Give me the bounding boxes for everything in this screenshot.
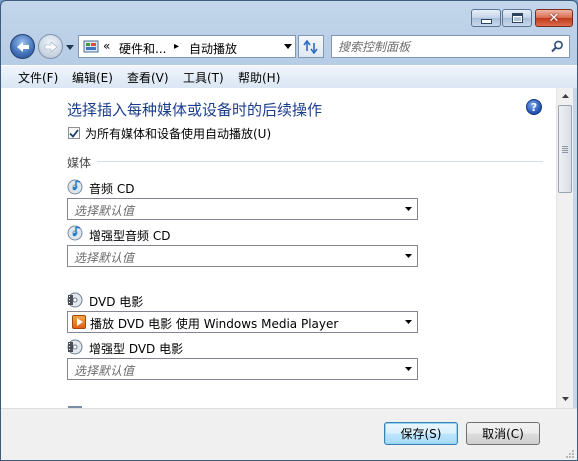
vertical-scrollbar[interactable] [556,88,573,408]
address-bar[interactable]: « 硬件和... ▸ 自动播放 [78,35,296,58]
autoplay-settings-panel[interactable]: 选择插入每种媒体或设备时的后续操作 ? 为所有媒体和设备使用自动播放(U) 媒体… [1,88,556,408]
chevron-down-icon [405,320,412,324]
enhanced-dvd-movie-label: 增强型 DVD 电影 [89,342,184,356]
dialog-footer: 保存(S) 取消(C) [1,408,577,460]
search-input[interactable] [332,36,548,57]
window-frame-right [573,88,577,408]
cancel-button[interactable]: 取消(C) [466,422,540,445]
title-bar[interactable]: ✕ [1,1,577,31]
chevron-down-icon [405,367,412,371]
navigation-bar: « 硬件和... ▸ 自动播放 [1,31,577,63]
dvd-movie-select-value: 播放 DVD 电影 使用 Windows Media Player [90,317,339,331]
close-button[interactable]: ✕ [535,9,573,27]
section-divider [97,161,543,162]
menu-tools[interactable]: 工具(T) [183,69,224,86]
enhanced-dvd-movie-select-value: 选择默认值 [74,364,135,378]
breadcrumb-autoplay[interactable]: 自动播放 [189,40,237,57]
maximize-icon [511,13,523,23]
search-icon[interactable] [551,40,564,53]
breadcrumb-hardware[interactable]: 硬件和... [119,40,166,57]
use-autoplay-label[interactable]: 为所有媒体和设备使用自动播放(U) [85,125,271,142]
back-button[interactable] [10,34,35,59]
dvd-movie-label: DVD 电影 [89,295,144,309]
refresh-button[interactable] [298,35,324,58]
audio-cd-select[interactable]: 选择默认值 [67,198,418,220]
scroll-up-icon [561,94,569,98]
resize-grip-icon[interactable] [565,449,575,459]
scroll-down-button[interactable] [557,391,573,407]
address-overflow-chevron[interactable]: « [103,39,110,53]
scroll-thumb[interactable] [558,105,572,193]
breadcrumb-separator-icon[interactable]: ▸ [174,41,179,52]
help-icon[interactable]: ? [526,99,542,115]
audio-cd-select-value: 选择默认值 [74,204,135,218]
scroll-down-icon [561,397,569,401]
chevron-down-icon [405,254,412,258]
enhanced-audio-cd-select[interactable]: 选择默认值 [67,245,418,267]
control-panel-icon [83,40,99,53]
enhanced-dvd-movie-icon [67,339,83,355]
audio-cd-label: 音频 CD [89,182,135,196]
menu-bar: 文件(F) 编辑(E) 查看(V) 工具(T) 帮助(H) [1,65,577,89]
maximize-button[interactable] [502,9,532,27]
close-icon: ✕ [548,10,560,26]
section-media-label: 媒体 [67,156,92,170]
menu-file[interactable]: 文件(F) [18,69,58,86]
recent-pages-dropdown-icon[interactable] [65,42,75,52]
windows-media-player-icon [72,315,86,329]
dvd-movie-select[interactable]: 播放 DVD 电影 使用 Windows Media Player [67,311,418,333]
refresh-icon [303,39,318,54]
autoplay-window: ✕ « 硬件和... ▸ 自动播放 搜索控制面板 文件(F) 编辑(E) 查看(… [0,0,578,461]
forward-button[interactable] [38,34,63,59]
page-title: 选择插入每种媒体或设备时的后续操作 [67,101,323,119]
checkmark-icon [69,128,79,138]
enhanced-audio-cd-label: 增强型音频 CD [89,229,171,243]
arrow-right-icon [44,40,57,53]
chevron-down-icon [405,207,412,211]
search-box [331,35,570,58]
minimize-icon [480,18,492,24]
menu-view[interactable]: 查看(V) [127,69,169,86]
enhanced-audio-cd-icon [67,225,83,241]
enhanced-dvd-movie-select[interactable]: 选择默认值 [67,358,418,380]
address-dropdown-icon[interactable] [284,44,292,49]
use-autoplay-checkbox[interactable] [68,127,80,139]
scroll-up-button[interactable] [557,88,573,104]
audio-cd-icon [67,179,83,195]
minimize-button[interactable] [471,9,501,27]
menu-help[interactable]: 帮助(H) [238,69,280,86]
enhanced-audio-cd-select-value: 选择默认值 [74,251,135,265]
save-button[interactable]: 保存(S) [384,422,458,445]
dvd-movie-icon [67,292,83,308]
menu-edit[interactable]: 编辑(E) [72,69,113,86]
arrow-left-icon [16,41,29,52]
